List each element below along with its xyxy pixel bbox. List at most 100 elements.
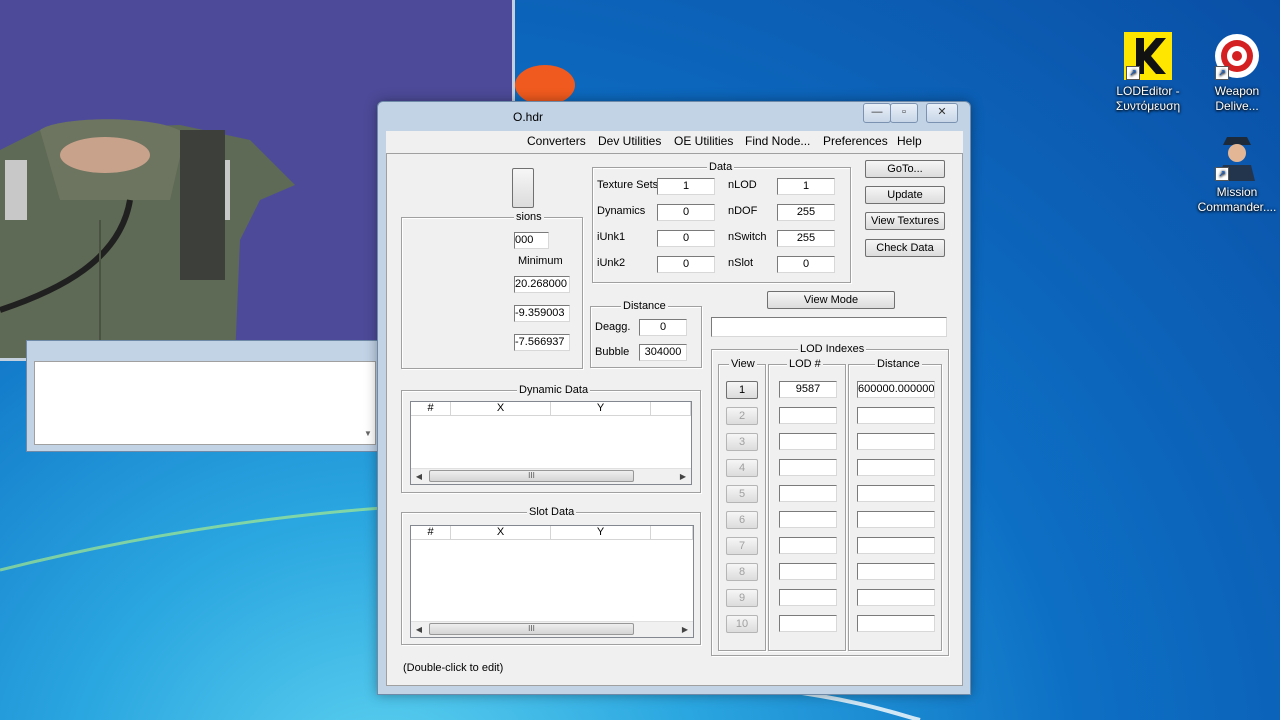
lod-distance-field[interactable] (857, 459, 935, 476)
lod-number-field[interactable] (779, 615, 837, 632)
check-data-button[interactable]: Check Data (865, 239, 945, 257)
lod-number-field[interactable] (779, 485, 837, 502)
lod-number-field[interactable] (779, 459, 837, 476)
scroll-left-arrow-icon[interactable]: ◀ (413, 470, 425, 483)
menu-find-node[interactable]: Find Node... (745, 134, 810, 148)
bubble-field[interactable]: 304000 (639, 344, 687, 361)
deagg-field[interactable]: 0 (639, 319, 687, 336)
scrollbar-thumb[interactable]: III (429, 470, 634, 482)
nlod-label: nLOD (728, 179, 757, 191)
view-mode-field[interactable] (711, 317, 947, 337)
lod-distance-field[interactable] (857, 615, 935, 632)
column-header-x[interactable]: X (451, 526, 551, 540)
goto-button[interactable]: GoTo... (865, 160, 945, 178)
menu-help[interactable]: Help (897, 134, 922, 148)
lod-view-button-4[interactable]: 4 (726, 459, 758, 477)
minimize-button[interactable]: — (863, 103, 891, 123)
desktop-icon-lodeditor[interactable]: ↗ LODEditor - Συντόμευση (1108, 32, 1188, 114)
lod-distance-field[interactable] (857, 537, 935, 554)
lod-distance-field[interactable] (857, 485, 935, 502)
lod-number-field[interactable] (779, 589, 837, 606)
dynamics-field[interactable]: 0 (657, 204, 715, 221)
lod-distance-field[interactable] (857, 511, 935, 528)
desktop-icon-mission-commander[interactable]: ↗ Mission Commander.... (1197, 133, 1277, 215)
menu-dev-utilities[interactable]: Dev Utilities (598, 134, 661, 148)
minimum-x-field[interactable]: 20.268000 (514, 276, 570, 293)
lod-view-button-3[interactable]: 3 (726, 433, 758, 451)
hidden-button[interactable] (512, 168, 534, 208)
lod-view-button-7[interactable]: 7 (726, 537, 758, 555)
lod-number-field[interactable] (779, 563, 837, 580)
lod-view-button-6[interactable]: 6 (726, 511, 758, 529)
lod-view-button-1[interactable]: 1 (726, 381, 758, 399)
iunk2-field[interactable]: 0 (657, 256, 715, 273)
title-bar[interactable]: O.hdr — ▫ ✕ (378, 102, 970, 130)
view-textures-button[interactable]: View Textures (865, 212, 945, 230)
desktop-icon-label: Mission Commander.... (1197, 185, 1277, 214)
lod-number-field[interactable] (779, 511, 837, 528)
slot-data-scrollbar[interactable]: ◀ III ▶ (411, 621, 693, 637)
lod-distance-field[interactable] (857, 407, 935, 424)
menu-bar: Converters Dev Utilities OE Utilities Fi… (386, 131, 963, 153)
column-header-extra[interactable] (651, 526, 693, 540)
shortcut-arrow-icon: ↗ (1215, 167, 1229, 181)
distance-group: Distance Deagg. 0 Bubble 304000 (590, 300, 702, 368)
nswitch-field[interactable]: 255 (777, 230, 835, 247)
lod-view-button-10[interactable]: 10 (726, 615, 758, 633)
dimension-field-1[interactable]: 000 (514, 232, 549, 249)
dynamic-data-list[interactable]: # X Y ◀ III ▶ (410, 401, 692, 485)
texture-sets-field[interactable]: 1 (657, 178, 715, 195)
column-header-extra[interactable] (651, 402, 691, 416)
column-header-number[interactable]: # (411, 402, 451, 416)
slot-data-list[interactable]: # X Y ◀ III ▶ (410, 525, 694, 638)
target-icon: ↗ (1213, 32, 1261, 80)
dynamic-data-label: Dynamic Data (517, 384, 591, 396)
column-header-y[interactable]: Y (551, 402, 651, 416)
lod-distance-field[interactable]: 600000.000000 (857, 381, 935, 398)
nslot-field[interactable]: 0 (777, 256, 835, 273)
texture-sets-label: Texture Sets (597, 179, 659, 191)
dynamic-data-scrollbar[interactable]: ◀ III ▶ (411, 468, 691, 484)
close-button[interactable]: ✕ (926, 103, 958, 123)
iunk1-field[interactable]: 0 (657, 230, 715, 247)
minimum-label: Minimum (518, 255, 563, 267)
scroll-right-arrow-icon[interactable]: ▶ (677, 470, 689, 483)
desktop-icon-weapon-delivery[interactable]: ↗ Weapon Delive... (1197, 32, 1277, 114)
dynamic-data-group: Dynamic Data # X Y ◀ III ▶ (401, 384, 701, 493)
minimum-y-field[interactable]: -9.359003 (514, 305, 570, 322)
nlod-field[interactable]: 1 (777, 178, 835, 195)
column-header-x[interactable]: X (451, 402, 551, 416)
deagg-label: Deagg. (595, 321, 631, 333)
lod-view-button-5[interactable]: 5 (726, 485, 758, 503)
lod-distance-field[interactable] (857, 563, 935, 580)
main-panel: sions 000 Minimum 20.268000 -9.359003 -7… (386, 153, 963, 686)
lod-distance-field[interactable] (857, 433, 935, 450)
lod-view-button-9[interactable]: 9 (726, 589, 758, 607)
nslot-label: nSlot (728, 257, 754, 269)
maximize-button[interactable]: ▫ (890, 103, 918, 123)
column-header-number[interactable]: # (411, 526, 451, 540)
view-mode-button[interactable]: View Mode (767, 291, 895, 309)
lod-view-button-8[interactable]: 8 (726, 563, 758, 581)
ndof-field[interactable]: 255 (777, 204, 835, 221)
update-button[interactable]: Update (865, 186, 945, 204)
scroll-left-arrow-icon[interactable]: ◀ (413, 623, 425, 636)
column-header-y[interactable]: Y (551, 526, 651, 540)
minimum-z-field[interactable]: -7.566937 (514, 334, 570, 351)
lod-number-column-label: LOD # (787, 358, 823, 370)
lod-distance-field[interactable] (857, 589, 935, 606)
scrollbar-thumb[interactable]: III (429, 623, 634, 635)
lod-number-field[interactable] (779, 537, 837, 554)
background-window: ▼ (26, 340, 380, 452)
lod-view-button-2[interactable]: 2 (726, 407, 758, 425)
pilot-icon: ↗ (1213, 133, 1261, 181)
menu-preferences[interactable]: Preferences (823, 134, 888, 148)
lod-number-field[interactable]: 9587 (779, 381, 837, 398)
data-group: Data Texture Sets 1 nLOD 1 Dynamics 0 nD… (592, 161, 851, 283)
menu-converters[interactable]: Converters (527, 134, 586, 148)
lod-indexes-label: LOD Indexes (798, 343, 867, 355)
lod-number-field[interactable] (779, 433, 837, 450)
scroll-right-arrow-icon[interactable]: ▶ (679, 623, 691, 636)
lod-number-field[interactable] (779, 407, 837, 424)
menu-oe-utilities[interactable]: OE Utilities (674, 134, 733, 148)
